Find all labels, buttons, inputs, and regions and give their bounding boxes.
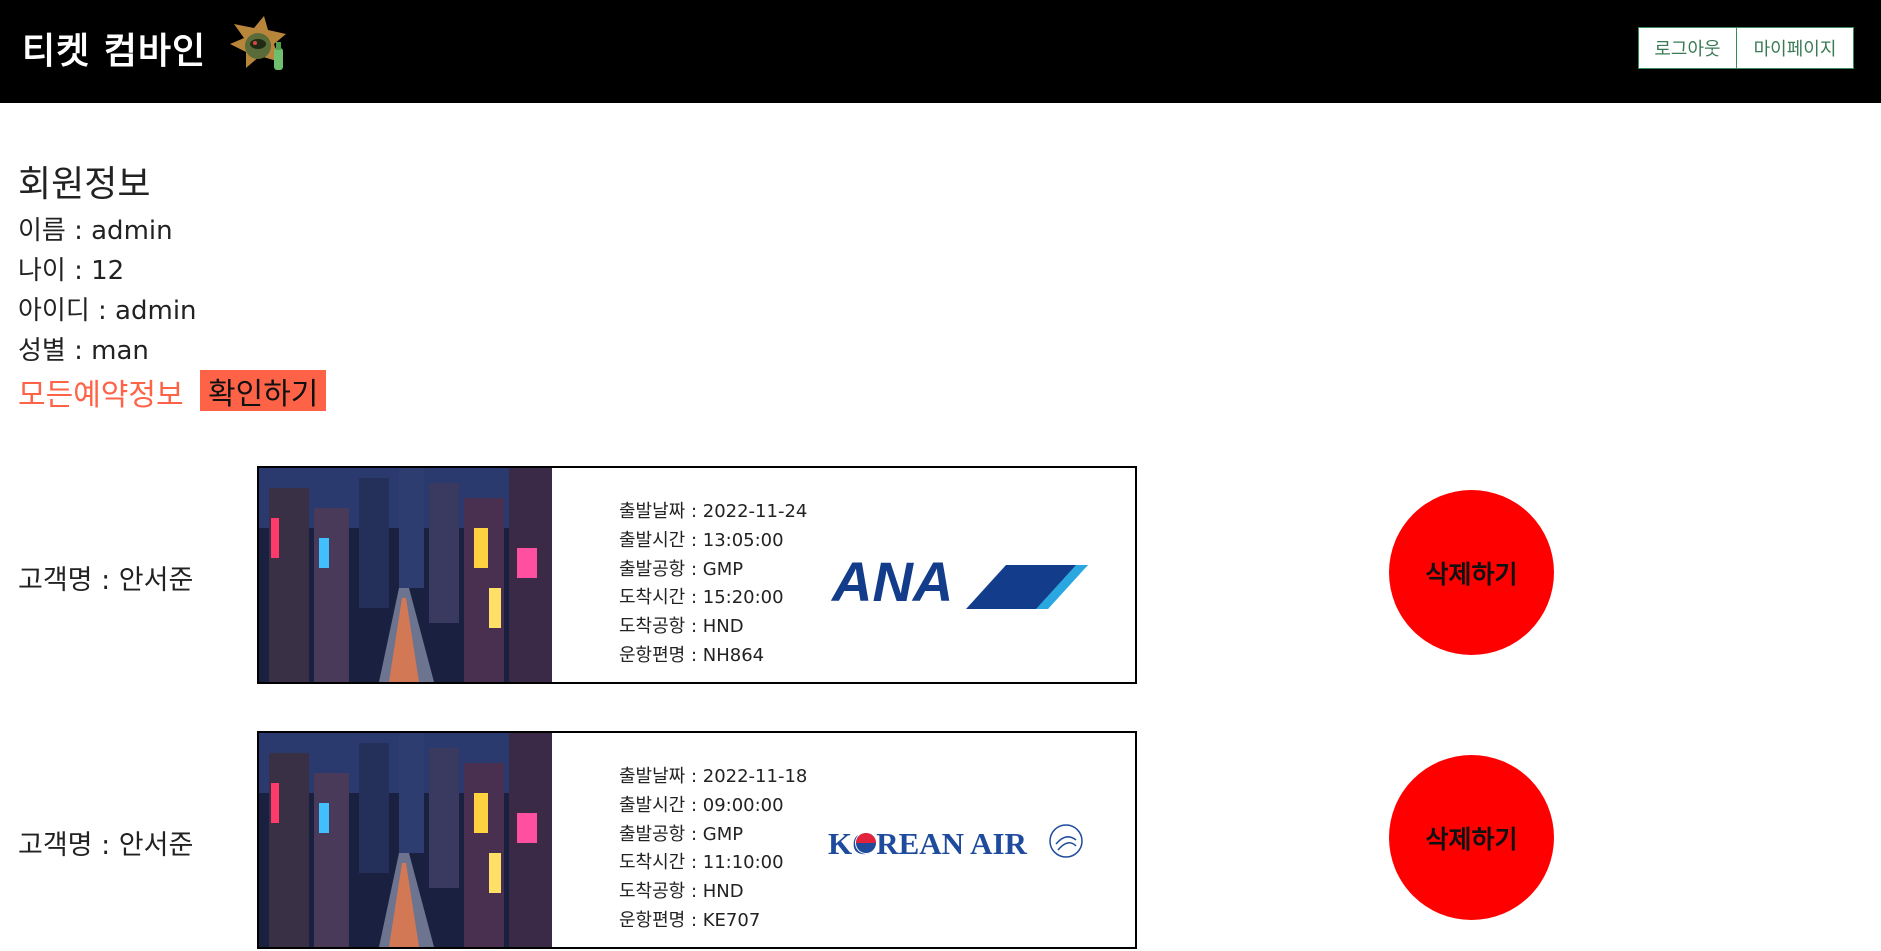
arrival-time: 도착시간 : 11:10:00 <box>619 852 784 874</box>
delete-button[interactable]: 삭제하기 <box>1389 755 1554 920</box>
arrival-time: 도착시간 : 15:20:00 <box>619 587 784 609</box>
member-id: 아이디 : admin <box>18 296 197 326</box>
top-bar: 티켓 컴바인 로그아웃 마이페이지 <box>0 0 1881 103</box>
customer-name: 고객명 : 안서준 <box>18 830 194 861</box>
delete-button[interactable]: 삭제하기 <box>1389 490 1554 655</box>
korean-air-logo: KOREAN AIR <box>828 824 1083 861</box>
flight-details: 출발날짜 : 2022-11-24 출발시간 : 13:05:00 출발공항 :… <box>619 498 807 671</box>
city-night-photo <box>259 733 552 947</box>
departure-date: 출발날짜 : 2022-11-24 <box>619 501 808 522</box>
flight-details: 출발날짜 : 2022-11-18 출발시간 : 09:00:00 출발공항 :… <box>619 763 807 936</box>
mascot-logo-icon <box>230 16 286 70</box>
svg-text:ANA: ANA <box>830 550 953 613</box>
ana-logo: ANA <box>830 550 1088 613</box>
city-night-photo <box>259 468 552 682</box>
reservation-row: 고객명 : 안서준 출발날짜 : 2022-11-18 출발시간 : 09:00… <box>0 731 1881 951</box>
mypage-button[interactable]: 마이페이지 <box>1736 27 1854 69</box>
reservation-row: 고객명 : 안서준 출발날짜 : 2022-11-24 출발시간 : 13:05… <box>0 466 1881 686</box>
customer-name: 고객명 : 안서준 <box>18 565 194 596</box>
logout-button[interactable]: 로그아웃 <box>1638 27 1737 69</box>
departure-date: 출발날짜 : 2022-11-18 <box>619 766 808 787</box>
ticket-card: 출발날짜 : 2022-11-24 출발시간 : 13:05:00 출발공항 :… <box>257 466 1137 684</box>
all-reservations-label: 모든예약정보 <box>18 378 184 413</box>
flight-number: 운항편명 : KE707 <box>619 909 761 931</box>
confirm-button[interactable]: 확인하기 <box>200 370 327 412</box>
departure-airport: 출발공항 : GMP <box>619 823 744 845</box>
site-title[interactable]: 티켓 컴바인 <box>22 22 206 74</box>
arrival-airport: 도착공항 : HND <box>619 881 744 903</box>
flight-number: 운항편명 : NH864 <box>619 644 765 666</box>
member-gender: 성별 : man <box>18 336 149 366</box>
departure-time: 출발시간 : 13:05:00 <box>619 529 784 551</box>
member-name: 이름 : admin <box>18 216 173 246</box>
departure-time: 출발시간 : 09:00:00 <box>619 794 784 816</box>
departure-airport: 출발공항 : GMP <box>619 558 744 580</box>
member-age: 나이 : 12 <box>18 256 125 286</box>
ticket-card: 출발날짜 : 2022-11-18 출발시간 : 09:00:00 출발공항 :… <box>257 731 1137 949</box>
arrival-airport: 도착공항 : HND <box>619 616 744 638</box>
member-info-title: 회원정보 <box>18 164 151 205</box>
